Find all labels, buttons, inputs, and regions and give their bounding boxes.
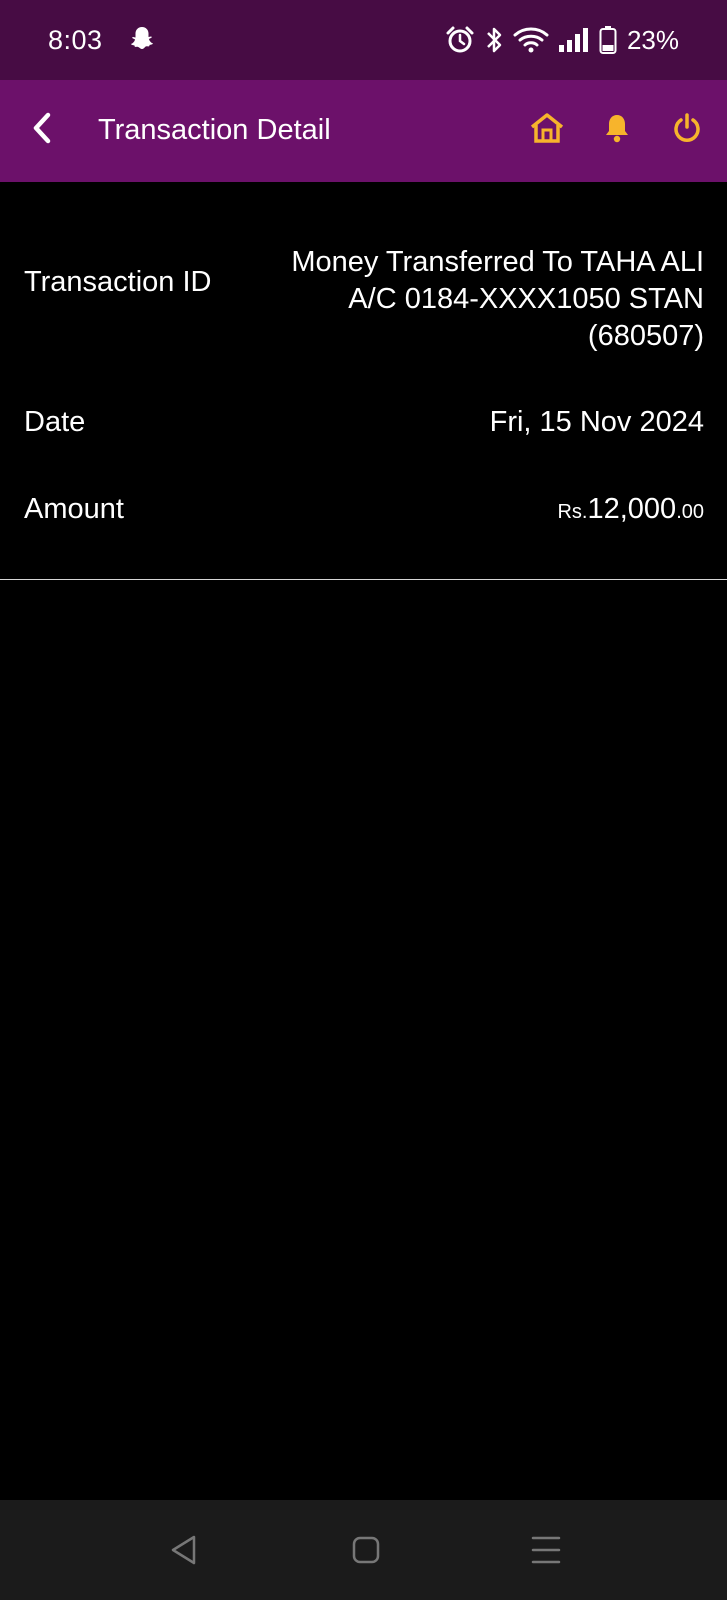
date-label: Date: [24, 406, 86, 438]
transaction-id-row: Transaction ID Money Transferred To TAHA…: [24, 244, 704, 354]
app-bar: Transaction Detail: [0, 80, 727, 182]
bluetooth-icon: [483, 25, 505, 55]
home-button[interactable]: [527, 108, 567, 152]
back-triangle-icon: [168, 1533, 200, 1572]
amount-label: Amount: [24, 493, 124, 525]
date-value: Fri, 15 Nov 2024: [489, 406, 704, 438]
date-row: Date Fri, 15 Nov 2024: [24, 404, 704, 444]
back-button[interactable]: [22, 110, 62, 150]
nav-recents-button[interactable]: [526, 1532, 566, 1572]
amount-decimal: .00: [676, 501, 704, 523]
amount-value: Rs.12,000.00: [557, 491, 704, 531]
home-icon: [529, 112, 565, 149]
snapchat-icon: [129, 25, 155, 56]
nav-home-button[interactable]: [346, 1532, 386, 1572]
alarm-icon: [445, 25, 475, 55]
wifi-icon: [513, 25, 549, 55]
app-bar-actions: [527, 108, 707, 152]
notifications-button[interactable]: [597, 108, 637, 152]
status-right: 23%: [445, 25, 679, 56]
nav-back-button[interactable]: [164, 1532, 204, 1572]
divider: [0, 579, 727, 580]
chevron-left-icon: [29, 111, 55, 150]
home-square-icon: [351, 1535, 381, 1570]
battery-icon: [599, 25, 617, 55]
page-title: Transaction Detail: [98, 114, 331, 146]
battery-percentage: 23%: [626, 24, 679, 55]
signal-icon: [557, 25, 591, 55]
amount-whole: 12,000: [587, 493, 677, 525]
amount-row: Amount Rs.12,000.00: [24, 491, 704, 531]
system-nav-bar: [0, 1500, 727, 1600]
recents-icon: [530, 1534, 562, 1571]
logout-button[interactable]: [667, 108, 707, 152]
status-time: 8:03: [48, 24, 103, 55]
status-bar: 8:03 23%: [0, 0, 727, 80]
status-left: 8:03: [48, 25, 155, 56]
transaction-id-label: Transaction ID: [24, 266, 212, 298]
transaction-id-value: Money Transferred To TAHA ALI A/C 0184-X…: [291, 246, 704, 352]
power-icon: [672, 112, 702, 149]
amount-currency: Rs.: [557, 501, 588, 523]
bell-icon: [603, 112, 631, 149]
